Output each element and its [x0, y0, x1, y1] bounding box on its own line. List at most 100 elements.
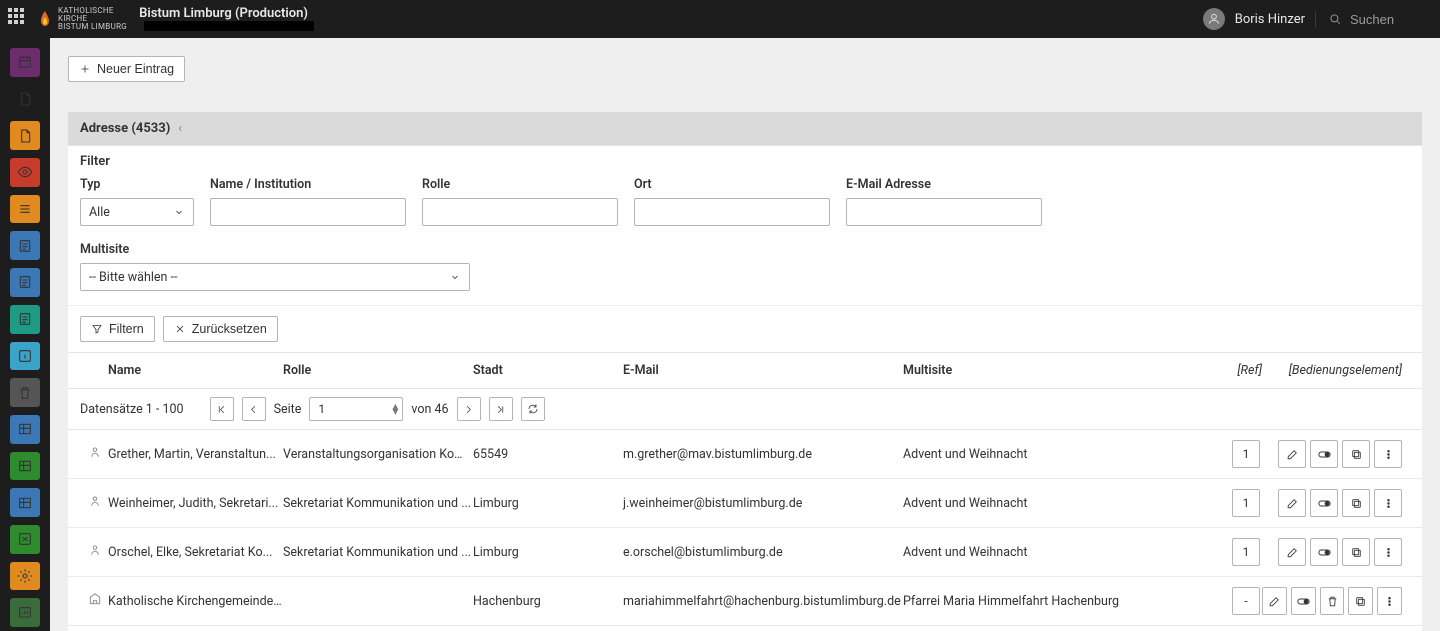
sidenav-item-11[interactable]: [10, 452, 40, 481]
pager-next[interactable]: [457, 397, 481, 421]
avatar-icon: [1203, 8, 1225, 30]
row-email: e.orschel@bistumlimburg.de: [623, 545, 903, 560]
edit-icon: [1286, 497, 1299, 510]
pager-seite-label: Seite: [274, 402, 302, 417]
spinner-icon[interactable]: ▴▾: [392, 404, 398, 414]
row-toggle-button[interactable]: [1310, 489, 1338, 517]
row-email: j.weinheimer@bistumlimburg.de: [623, 496, 903, 511]
filter-reset-button[interactable]: Zurücksetzen: [163, 316, 278, 342]
sidenav-item-7[interactable]: [10, 305, 40, 334]
sidenav-item-14[interactable]: [10, 562, 40, 591]
table-icon: [17, 421, 33, 437]
sidenav-item-6[interactable]: [10, 268, 40, 297]
sidenav-item-2[interactable]: [10, 121, 40, 150]
pager-last[interactable]: [489, 397, 513, 421]
row-copy-button[interactable]: [1348, 587, 1373, 615]
filter-name-input[interactable]: [210, 198, 406, 226]
toggle-icon: [1317, 447, 1332, 462]
filter-rolle-input[interactable]: [422, 198, 618, 226]
sidenav-item-0[interactable]: [10, 48, 40, 77]
edit-icon: [1286, 448, 1299, 461]
table-row[interactable]: Katholische Kirchengemeinde...Königstein…: [68, 626, 1422, 631]
filter-typ-select[interactable]: Alle: [80, 198, 194, 226]
row-edit-button[interactable]: [1278, 538, 1306, 566]
row-copy-button[interactable]: [1342, 440, 1370, 468]
global-search[interactable]: [1315, 11, 1432, 28]
row-edit-button[interactable]: [1278, 489, 1306, 517]
user-name: Boris Hinzer: [1235, 12, 1305, 27]
sidenav-item-3[interactable]: [10, 158, 40, 187]
logo-line3: BISTUM LIMBURG: [58, 23, 127, 31]
col-ref: [Ref]: [1212, 363, 1262, 378]
row-delete-button[interactable]: [1320, 587, 1345, 615]
chart-icon: [17, 605, 33, 621]
edit-icon: [1268, 595, 1281, 608]
row-toggle-button[interactable]: [1291, 587, 1316, 615]
list-icon: [17, 201, 33, 217]
pager-von-label: von 46: [411, 402, 448, 417]
row-ref-badge[interactable]: -: [1232, 587, 1260, 615]
table-row[interactable]: Weinheimer, Judith, Sekretari...Sekretar…: [68, 479, 1422, 528]
row-multisite: Advent und Weihnacht: [903, 545, 1232, 560]
row-more-button[interactable]: [1374, 440, 1402, 468]
apps-icon[interactable]: [8, 8, 30, 30]
pager-first[interactable]: [210, 397, 234, 421]
filter-multisite-select[interactable]: -- Bitte wählen --: [80, 263, 470, 291]
row-edit-button[interactable]: [1278, 440, 1306, 468]
filter-ort-input[interactable]: [634, 198, 830, 226]
row-more-button[interactable]: [1377, 587, 1402, 615]
table-row[interactable]: Orschel, Elke, Sekretariat Ko...Sekretar…: [68, 528, 1422, 577]
calendar-icon: [17, 54, 33, 70]
funnel-icon: [91, 323, 103, 335]
filter-email-input[interactable]: [846, 198, 1042, 226]
toggle-icon: [1317, 545, 1332, 560]
table-row[interactable]: Grether, Martin, Veranstaltun...Veransta…: [68, 430, 1422, 479]
row-ref-badge[interactable]: 1: [1232, 489, 1260, 517]
doc-icon: [17, 238, 33, 254]
search-input[interactable]: [1348, 11, 1432, 28]
page-icon: [17, 128, 33, 144]
filter-email-label: E-Mail Adresse: [846, 177, 1042, 192]
search-icon: [1328, 12, 1342, 26]
col-email[interactable]: E-Mail: [623, 363, 903, 378]
toggle-icon: [1296, 594, 1311, 609]
new-entry-button[interactable]: Neuer Eintrag: [68, 56, 185, 82]
col-rolle[interactable]: Rolle: [283, 363, 473, 378]
sidenav-item-13[interactable]: [10, 525, 40, 554]
col-stadt[interactable]: Stadt: [473, 363, 623, 378]
sidenav-item-4[interactable]: [10, 195, 40, 224]
row-copy-button[interactable]: [1342, 489, 1370, 517]
filter-apply-button[interactable]: Filtern: [80, 316, 155, 342]
col-multisite[interactable]: Multisite: [903, 363, 1212, 378]
xls-icon: [17, 531, 33, 547]
sidenav-item-12[interactable]: [10, 488, 40, 517]
site-title: Bistum Limburg (Production): [139, 6, 308, 21]
row-rolle: Sekretariat Kommunikation und ...: [283, 496, 473, 511]
row-ref-badge[interactable]: 1: [1232, 440, 1260, 468]
pager-prev[interactable]: [242, 397, 266, 421]
row-more-button[interactable]: [1374, 489, 1402, 517]
sidenav-item-9[interactable]: [10, 378, 40, 407]
row-edit-button[interactable]: [1262, 587, 1287, 615]
row-copy-button[interactable]: [1342, 538, 1370, 566]
sidenav-item-10[interactable]: [10, 415, 40, 444]
row-ref-badge[interactable]: 1: [1232, 538, 1260, 566]
row-type-icon: [88, 445, 108, 463]
sidenav-item-8[interactable]: [10, 342, 40, 371]
row-type-icon: [88, 543, 108, 561]
sidenav-item-15[interactable]: [10, 598, 40, 627]
row-toggle-button[interactable]: [1310, 440, 1338, 468]
user-menu[interactable]: Boris Hinzer: [1203, 8, 1305, 30]
filter-name-label: Name / Institution: [210, 177, 406, 192]
table-row[interactable]: Katholische Kirchengemeinde...Hachenburg…: [68, 577, 1422, 626]
pager-refresh[interactable]: [521, 397, 545, 421]
row-email: m.grether@mav.bistumlimburg.de: [623, 447, 903, 462]
table-icon: [17, 495, 33, 511]
col-name[interactable]: Name: [108, 363, 283, 378]
row-more-button[interactable]: [1374, 538, 1402, 566]
sidenav-item-1[interactable]: [10, 85, 40, 114]
sidenav-item-5[interactable]: [10, 231, 40, 260]
row-toggle-button[interactable]: [1310, 538, 1338, 566]
panel-header[interactable]: Adresse (4533) ‹: [68, 112, 1422, 145]
pager-page-input[interactable]: 1▴▾: [309, 397, 403, 421]
